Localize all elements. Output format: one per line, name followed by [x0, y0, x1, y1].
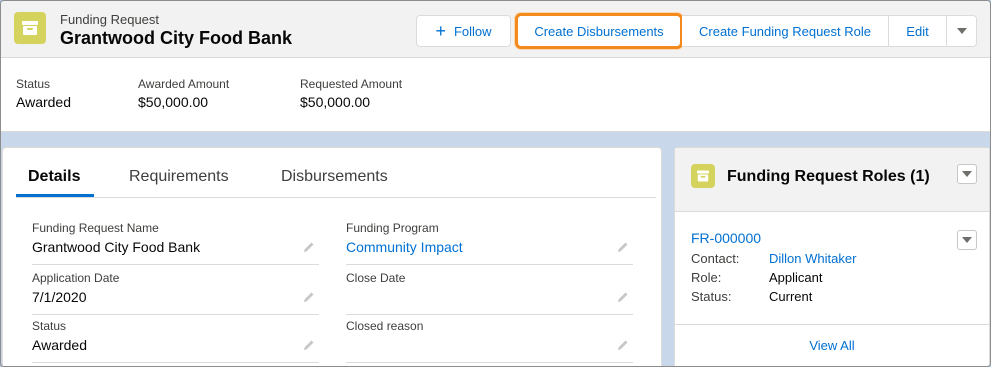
- roles-card-header: Funding Request Roles (1): [675, 148, 989, 212]
- edit-button[interactable]: Edit: [889, 15, 947, 47]
- highlight-value: $50,000.00: [300, 94, 371, 110]
- plus-icon: +: [435, 21, 446, 41]
- object-label: Funding Request: [60, 12, 160, 27]
- field-application-date: Application Date 7/1/2020: [32, 271, 319, 315]
- pencil-icon[interactable]: [617, 241, 629, 253]
- funding-program-link[interactable]: Community Impact: [346, 239, 463, 255]
- highlight-value: Awarded: [16, 94, 72, 110]
- field-label: Closed reason: [346, 319, 424, 333]
- roles-card-title: Funding Request Roles (1): [727, 168, 930, 185]
- field-close-date: Close Date: [346, 271, 633, 315]
- pencil-icon[interactable]: [303, 241, 315, 253]
- field-status: Status Awarded: [32, 319, 319, 363]
- role-value: Current: [769, 289, 813, 304]
- tab-bar: Details Requirements Disbursements: [16, 148, 656, 198]
- details-card: Details Requirements Disbursements Fundi…: [2, 147, 662, 366]
- role-key: Contact:: [691, 251, 740, 266]
- record-title: Grantwood City Food Bank: [60, 28, 292, 48]
- funding-request-roles-card: Funding Request Roles (1) FR-000000 Cont…: [674, 147, 990, 366]
- role-row-menu-button[interactable]: [957, 230, 977, 250]
- tab-disbursements[interactable]: Disbursements: [281, 168, 388, 198]
- create-disbursements-button[interactable]: Create Disbursements: [515, 13, 683, 49]
- edit-label: Edit: [906, 23, 929, 39]
- highlight-awarded-amount: Awarded Amount $50,000.00: [138, 77, 229, 110]
- roles-card-menu-button[interactable]: [957, 164, 977, 184]
- role-record-link[interactable]: FR-000000: [691, 230, 761, 246]
- contact-link[interactable]: Dillon Whitaker: [769, 251, 856, 266]
- record-header: Funding Request Grantwood City Food Bank…: [1, 1, 990, 132]
- active-tab-indicator: [16, 194, 94, 197]
- pencil-icon[interactable]: [303, 291, 315, 303]
- field-label: Application Date: [32, 271, 120, 285]
- view-all-link[interactable]: View All: [809, 338, 854, 353]
- role-value: Applicant: [769, 270, 823, 285]
- highlight-label: Requested Amount: [300, 77, 403, 91]
- field-value: Awarded: [32, 337, 88, 353]
- role-key: Status:: [691, 289, 732, 304]
- tab-requirements[interactable]: Requirements: [129, 168, 229, 198]
- chevron-down-icon: [962, 237, 972, 243]
- chevron-down-icon: [956, 28, 967, 34]
- action-button-group: Create Funding Request Role Edit: [682, 15, 977, 47]
- follow-button[interactable]: + Follow: [416, 15, 511, 47]
- pencil-icon[interactable]: [617, 291, 629, 303]
- highlight-label: Status: [16, 77, 51, 91]
- record-box-icon: [691, 164, 715, 188]
- highlight-label: Awarded Amount: [138, 77, 230, 91]
- follow-label: Follow: [453, 23, 492, 39]
- create-funding-request-role-button[interactable]: Create Funding Request Role: [682, 15, 889, 47]
- field-label: Status: [32, 319, 67, 333]
- highlight-status: Status Awarded: [16, 77, 71, 110]
- field-label: Funding Request Name: [32, 221, 159, 235]
- highlight-requested-amount: Requested Amount $50,000.00: [300, 77, 402, 110]
- highlight-value: $50,000.00: [138, 94, 209, 110]
- roles-card-footer: View All: [675, 324, 989, 366]
- record-header-top: Funding Request Grantwood City Food Bank…: [1, 1, 990, 58]
- create-role-label: Create Funding Request Role: [699, 23, 871, 39]
- page-frame: Funding Request Grantwood City Food Bank…: [0, 0, 991, 367]
- field-funding-program: Funding Program Community Impact: [346, 221, 633, 265]
- pencil-icon[interactable]: [617, 339, 629, 351]
- create-disbursements-label: Create Disbursements: [534, 23, 664, 39]
- field-label: Funding Program: [346, 221, 439, 235]
- role-key: Role:: [691, 270, 722, 285]
- field-closed-reason: Closed reason: [346, 319, 633, 363]
- field-label: Close Date: [346, 271, 406, 285]
- field-value: 7/1/2020: [32, 289, 87, 305]
- field-funding-request-name: Funding Request Name Grantwood City Food…: [32, 221, 319, 265]
- pencil-icon[interactable]: [303, 339, 315, 351]
- field-value: Grantwood City Food Bank: [32, 239, 201, 255]
- chevron-down-icon: [962, 171, 972, 177]
- record-box-icon: [14, 12, 46, 44]
- more-actions-button[interactable]: [947, 15, 977, 47]
